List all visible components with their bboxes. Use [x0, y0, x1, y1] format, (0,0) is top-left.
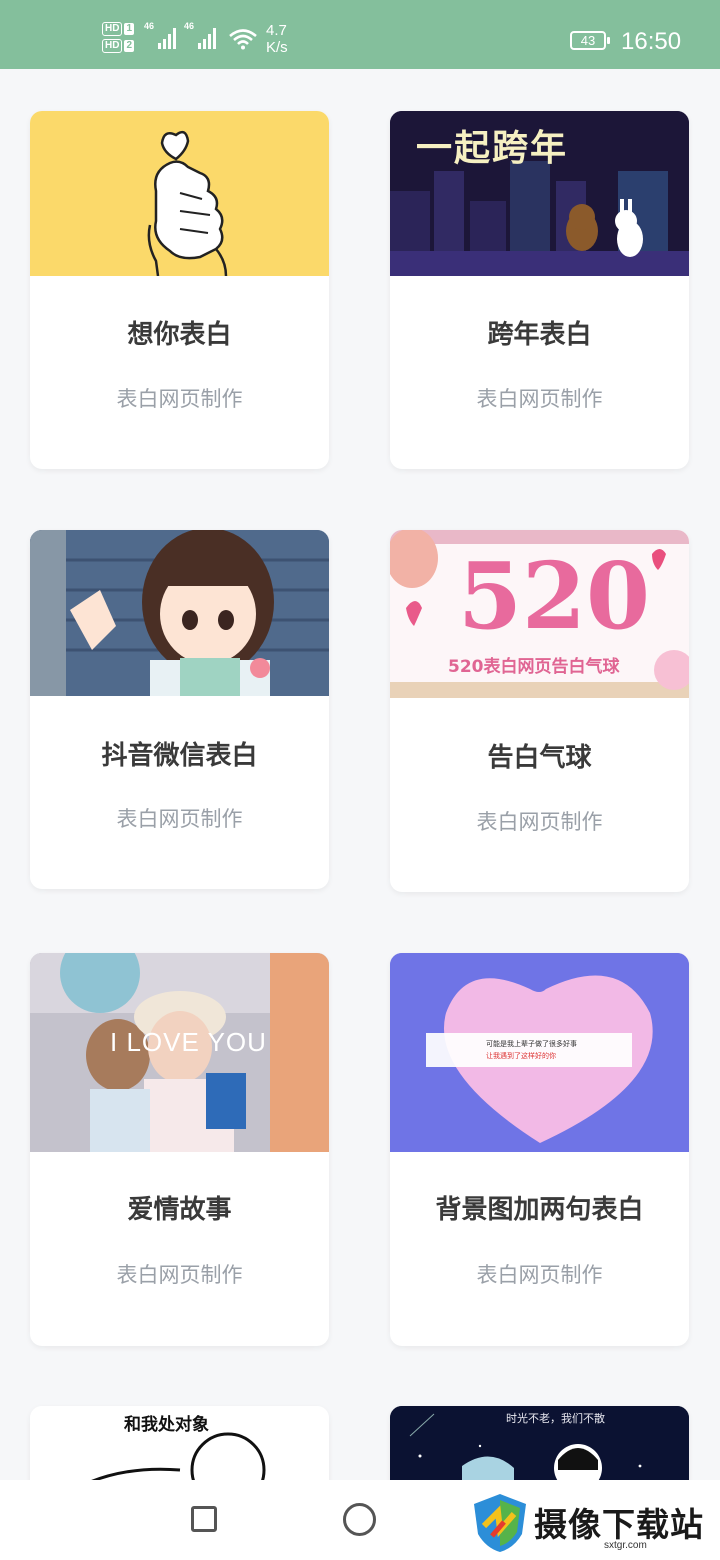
card-subtitle: 表白网页制作 — [476, 387, 603, 411]
card-douyin-weixin-biao-bai[interactable]: 抖音微信表白 表白网页制作 — [30, 530, 329, 889]
card-ai-qing-gu-shi[interactable]: I LOVE YOU 爱情故事 表白网页制作 — [30, 953, 329, 1346]
card-title: 想你表白 — [127, 320, 232, 350]
thumbnail-couple-photo: I LOVE YOU — [30, 953, 329, 1152]
status-bar: HD 1 HD 2 46 46 4.7 K/s 43 16:50 — [0, 0, 720, 69]
hd-badge-2: HD — [102, 39, 123, 53]
thumbnail-caption: 520表白网页告白气球 — [448, 657, 620, 677]
card-title: 抖音微信表白 — [101, 741, 258, 771]
thumbnail-caption: 时光不老，我们不散 — [506, 1412, 605, 1425]
watermark-text: 摄像下载站 — [534, 1505, 704, 1544]
card-subtitle: 表白网页制作 — [476, 1263, 603, 1287]
thumbnail-line-1: 可能是我上辈子做了很多好事 — [486, 1040, 577, 1048]
card-title: 背景图加两句表白 — [435, 1195, 644, 1225]
card-subtitle: 表白网页制作 — [116, 1263, 243, 1287]
speed-unit: K/s — [266, 39, 288, 56]
card-xiang-ni-biao-bai[interactable]: 想你表白 表白网页制作 — [30, 111, 329, 469]
circle-nav-icon[interactable] — [343, 1503, 376, 1536]
sim2-number: 2 — [124, 40, 135, 52]
card-subtitle: 表白网页制作 — [116, 807, 243, 831]
speed-value: 4.7 — [266, 22, 287, 39]
thumbnail-cloud-heart: 可能是我上辈子做了很多好事 让我遇到了这样好的你 — [390, 953, 689, 1152]
card-kua-nian-biao-bai[interactable]: 一起跨年 跨年表白 表白网页制作 — [390, 111, 689, 469]
sim-indicators: HD 1 HD 2 — [102, 22, 138, 56]
network-speed: 4.7 K/s — [266, 22, 288, 56]
card-bei-jing-tu-biao-bai[interactable]: 可能是我上辈子做了很多好事 让我遇到了这样好的你 背景图加两句表白 表白网页制作 — [390, 953, 689, 1346]
net-type-2: 46 — [184, 21, 195, 31]
card-subtitle: 表白网页制作 — [116, 387, 243, 411]
sim1-number: 1 — [124, 23, 135, 35]
watermark-url: sxtgr.com — [604, 1540, 647, 1551]
card-subtitle: 表白网页制作 — [476, 810, 603, 834]
thumbnail-number: 520 — [458, 542, 651, 650]
thumbnail-line-2: 让我遇到了这样好的你 — [486, 1052, 556, 1060]
anime-girl-image — [30, 530, 329, 696]
net-type-1: 46 — [144, 21, 155, 31]
thumbnail-caption: 一起跨年 — [416, 128, 569, 169]
signal-2-icon: 46 — [184, 21, 220, 55]
card-gao-bai-qi-qiu[interactable]: 520 520表白网页告白气球 告白气球 表白网页制作 — [390, 530, 689, 892]
finger-heart-icon — [147, 130, 228, 276]
clock: 16:50 — [621, 28, 682, 55]
hd-badge-1: HD — [102, 22, 123, 36]
card-title: 告白气球 — [487, 743, 592, 773]
thumbnail-new-year-city: 一起跨年 — [390, 111, 689, 276]
signal-1-icon: 46 — [144, 21, 180, 55]
watermark-logo-icon — [474, 1494, 526, 1552]
thumbnail-caption: I LOVE YOU — [110, 1027, 267, 1057]
wifi-icon — [228, 28, 258, 54]
battery-icon: 43 — [570, 31, 610, 50]
card-title: 爱情故事 — [127, 1195, 232, 1225]
thumbnail-anime-girl — [30, 530, 329, 696]
thumbnail-520-balloons: 520 520表白网页告白气球 — [390, 530, 689, 698]
card-title: 跨年表白 — [487, 320, 592, 350]
square-nav-icon[interactable] — [191, 1506, 217, 1532]
thumbnail-finger-heart — [30, 111, 329, 276]
